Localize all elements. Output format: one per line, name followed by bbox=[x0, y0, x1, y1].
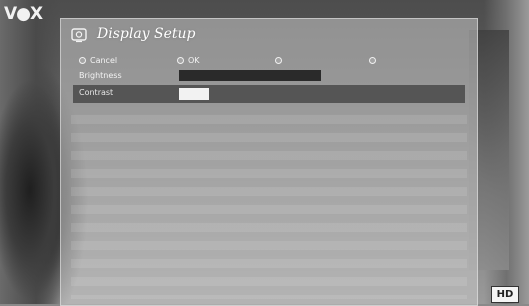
hd-badge: HD bbox=[491, 286, 519, 303]
button-row: Cancel OK bbox=[73, 53, 473, 67]
brightness-slider[interactable] bbox=[179, 70, 321, 81]
brightness-setting[interactable]: Brightness bbox=[73, 69, 463, 83]
contrast-setting[interactable]: Contrast bbox=[73, 85, 465, 103]
cancel-button[interactable]: Cancel bbox=[79, 53, 117, 67]
ok-button-label: OK bbox=[188, 55, 200, 65]
display-settings-icon bbox=[71, 28, 87, 43]
ok-button[interactable]: OK bbox=[177, 53, 200, 67]
button-radio-icon bbox=[369, 56, 376, 64]
panel-background-texture bbox=[71, 115, 467, 299]
cancel-button-label: Cancel bbox=[90, 55, 118, 65]
brand-logo: V●X bbox=[4, 4, 43, 24]
brightness-label: Brightness bbox=[79, 71, 122, 80]
button-radio-icon bbox=[177, 56, 184, 64]
contrast-label: Contrast bbox=[79, 88, 114, 97]
display-setup-panel: Display Setup Cancel OK Brightness Contr… bbox=[60, 18, 478, 306]
button-radio-icon bbox=[275, 56, 282, 64]
option-button-4[interactable] bbox=[369, 53, 380, 67]
panel-header: Display Setup bbox=[61, 19, 477, 49]
button-radio-icon bbox=[79, 56, 86, 64]
brightness-slider-fill bbox=[179, 70, 321, 81]
option-button-3[interactable] bbox=[275, 53, 286, 67]
panel-title: Display Setup bbox=[97, 26, 196, 42]
contrast-slider[interactable] bbox=[179, 88, 209, 100]
